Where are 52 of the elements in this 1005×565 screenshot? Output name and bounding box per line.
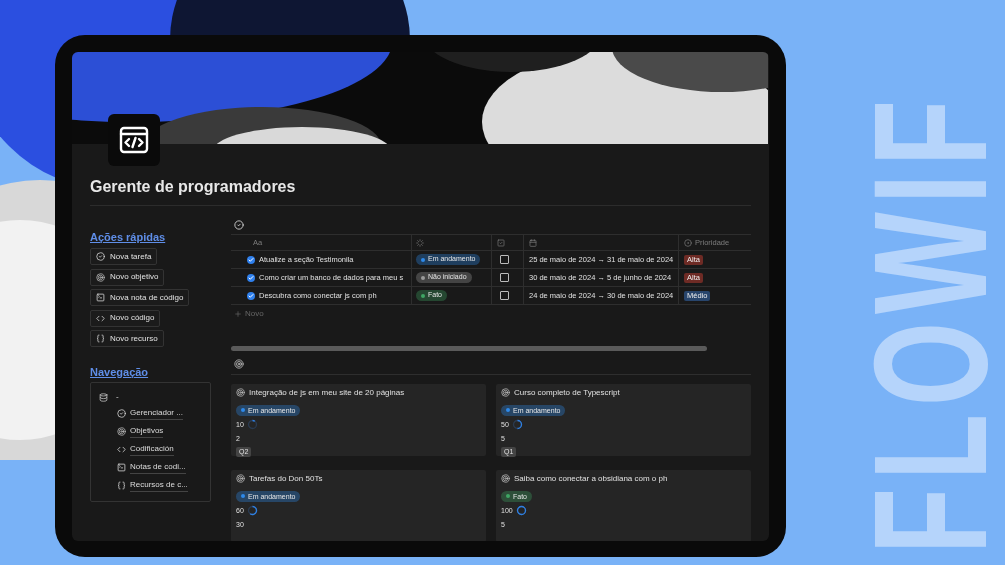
progress-ring [511, 418, 523, 430]
terminal-icon [96, 293, 105, 302]
code-window-icon [118, 124, 150, 156]
quick-action-button[interactable]: Nova nota de código [90, 289, 190, 306]
check-circle-icon [96, 252, 105, 261]
check-icon [247, 255, 255, 264]
check-circle-icon [234, 220, 244, 230]
goal-title: Saiba como conectar a obsidiana com o ph [514, 473, 668, 484]
check-icon [247, 273, 255, 282]
progress-ring [246, 418, 258, 430]
page-title: Gerente de programadores [90, 177, 751, 206]
target-icon [501, 474, 510, 483]
goal-title: Integração de js em meu site de 20 páginas [249, 387, 405, 398]
loader-icon [416, 238, 424, 247]
checkbox[interactable] [500, 255, 509, 264]
plus-icon [234, 310, 242, 318]
terminal-icon [117, 463, 126, 472]
brand-wordmark: FLOWIF [849, 91, 1005, 554]
quick-action-button[interactable]: Nova tarefa [90, 248, 158, 265]
check-circle-icon [117, 409, 126, 418]
quick-action-button[interactable]: Novo recurso [90, 330, 164, 347]
checkbox[interactable] [500, 273, 509, 282]
target-icon [234, 359, 244, 369]
section-heading: Ações rápidas [90, 230, 166, 244]
braces-icon [117, 481, 126, 490]
navigation-link[interactable]: Notas de codi... [130, 461, 186, 474]
quick-action-button[interactable]: Novo código [90, 309, 161, 327]
goal-title: Curso completo de Typescript [514, 387, 620, 398]
target-icon [236, 388, 245, 397]
check-icon [247, 291, 255, 300]
navigation-link[interactable]: Gerenciador ... [130, 407, 183, 420]
database-icon [99, 392, 108, 402]
quick-action-button[interactable]: Novo objetivo [90, 268, 165, 286]
target-icon [117, 427, 126, 436]
progress-ring [246, 504, 258, 516]
navigation-link[interactable]: Recursos de c... [130, 479, 188, 492]
target-icon [96, 272, 105, 282]
braces-icon [96, 334, 105, 343]
code-icon [117, 445, 126, 454]
section-heading: Navegação [90, 365, 149, 379]
target-icon [236, 474, 245, 483]
goal-title: Tarefas do Don 50Ts [249, 473, 323, 484]
code-icon [96, 313, 105, 323]
calendar-icon [529, 238, 537, 247]
navigation-root[interactable]: - [116, 392, 119, 402]
navigation-link[interactable]: Codificación [130, 443, 174, 456]
navigation-link[interactable]: Objetivos [130, 425, 164, 438]
target-icon [501, 388, 510, 397]
radio-icon [684, 238, 692, 247]
checkbox-icon [497, 238, 505, 247]
checkbox[interactable] [500, 291, 509, 300]
progress-ring [515, 504, 527, 516]
